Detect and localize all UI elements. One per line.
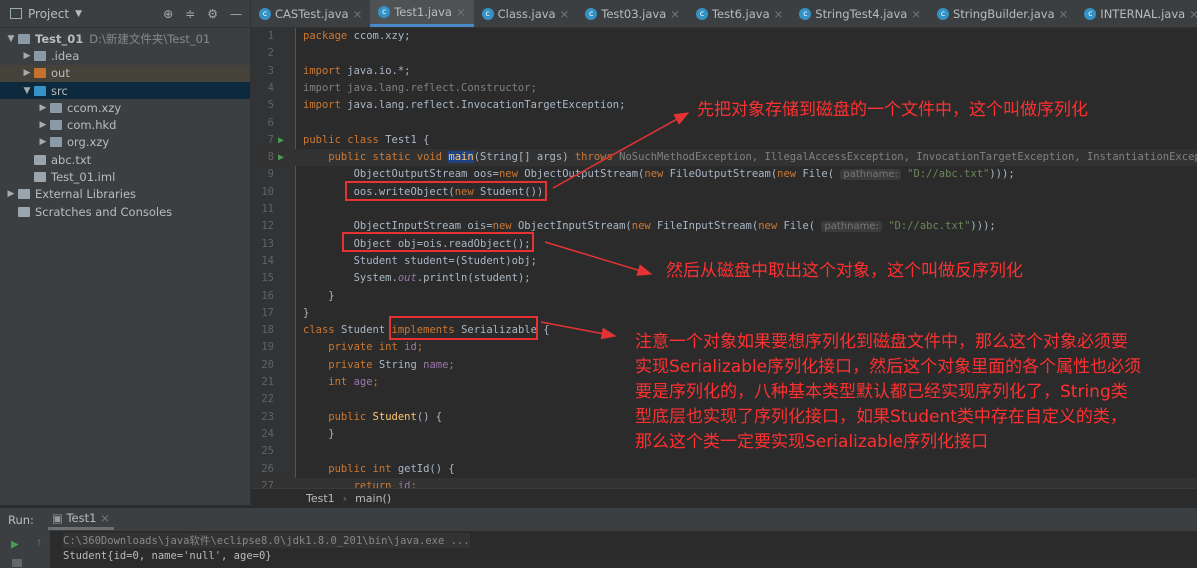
annotation-note-line: 实现Serializable序列化接口，然后这个对象里面的各个属性也必须	[635, 357, 1142, 377]
arrow-serializable	[540, 321, 617, 340]
annotation-note-line: 注意一个对象如果要想序列化到磁盘文件中，那么这个对象必须要	[635, 332, 1128, 352]
annotation-serializable-note: 注意一个对象如果要想序列化到磁盘文件中，那么这个对象必须要 实现Serializa…	[635, 330, 1141, 455]
arrow-serialize	[552, 112, 690, 189]
arrow-deserialize	[544, 241, 653, 276]
annotation-arrows	[540, 112, 690, 340]
annotation-deserialize: 然后从磁盘中取出这个对象，这个叫做反序列化	[666, 261, 1023, 281]
annotation-note-line: 那么这个类一定要实现Serializable序列化接口	[635, 432, 989, 452]
annotation-serialize: 先把对象存储到磁盘的一个文件中，这个叫做序列化	[697, 100, 1088, 120]
annotation-note-line: 要是序列化的，八种基本类型默认都已经实现序列化了，String类	[635, 382, 1128, 402]
annotation-note-line: 型底层也实现了序列化接口，如果Student类中存在自定义的类，	[635, 407, 1127, 427]
